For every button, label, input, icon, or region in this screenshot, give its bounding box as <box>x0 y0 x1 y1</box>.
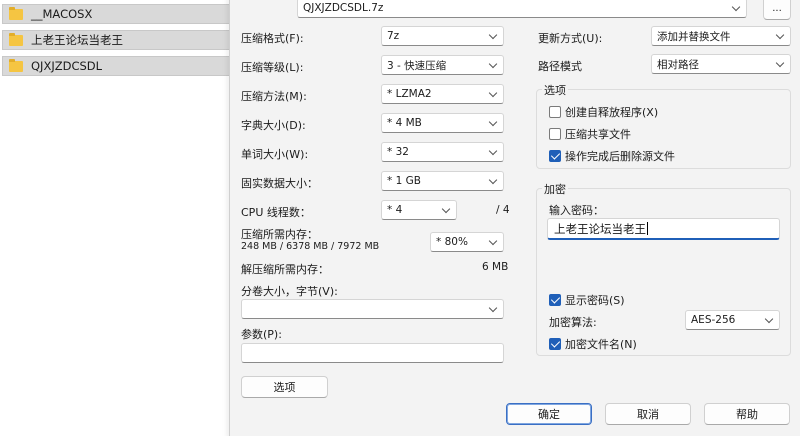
ok-button[interactable]: 确定 <box>506 403 592 425</box>
threads-select[interactable]: * 4 <box>381 200 457 220</box>
file-row-laowang[interactable]: 上老王论坛当老王 <box>2 30 232 50</box>
method-label: 压缩方法(M): <box>241 90 307 103</box>
folder-icon <box>9 32 23 46</box>
cancel-button[interactable]: 取消 <box>605 403 691 425</box>
chevron-down-icon <box>488 175 498 185</box>
archive-path-combo[interactable]: QJXJZDCSDL.7z <box>297 0 747 18</box>
file-name: QJXJZDCSDL <box>31 59 103 73</box>
file-row-macosx[interactable]: __MACOSX <box>2 4 232 24</box>
checkbox-checked-icon <box>549 338 561 350</box>
checkbox-unchecked-icon <box>549 128 561 140</box>
threads-label: CPU 线程数： <box>241 206 311 219</box>
chevron-down-icon <box>488 88 498 98</box>
sfx-checkbox[interactable]: 创建自释放程序(X) <box>549 104 658 120</box>
checkbox-checked-icon <box>549 294 561 306</box>
delete-after-checkbox[interactable]: 操作完成后删除源文件 <box>549 148 675 164</box>
checkbox-unchecked-icon <box>549 106 561 118</box>
level-select[interactable]: 3 - 快速压缩 <box>381 55 504 75</box>
format-select[interactable]: 7z <box>381 26 504 46</box>
text-caret <box>647 222 648 235</box>
mem-compress-select[interactable]: * 80% <box>430 232 504 252</box>
update-label: 更新方式(U): <box>538 32 603 45</box>
archive-path-value: QJXJZDCSDL.7z <box>303 2 384 14</box>
word-label: 单词大小(W): <box>241 148 309 161</box>
path-label: 路径模式 <box>538 60 582 73</box>
chevron-down-icon <box>731 2 741 12</box>
format-label: 压缩格式(F): <box>241 32 304 45</box>
chevron-down-icon <box>775 30 785 40</box>
chevron-down-icon <box>775 58 785 68</box>
chevron-down-icon <box>488 236 498 246</box>
level-label: 压缩等级(L): <box>241 61 304 74</box>
chevron-down-icon <box>488 30 498 40</box>
add-to-archive-dialog: QJXJZDCSDL.7z ... 压缩格式(F): 7z 压缩等级(L): 3… <box>229 0 800 436</box>
threads-max: / 4 <box>496 204 510 216</box>
file-list: __MACOSX 上老王论坛当老王 QJXJZDCSDL <box>0 0 232 436</box>
chevron-down-icon <box>488 59 498 69</box>
word-select[interactable]: * 32 <box>381 142 504 162</box>
solid-label: 固实数据大小： <box>241 177 318 190</box>
split-label: 分卷大小，字节(V): <box>241 285 338 298</box>
chevron-down-icon <box>488 117 498 127</box>
params-label: 参数(P): <box>241 328 282 341</box>
show-password-checkbox[interactable]: 显示密码(S) <box>549 292 625 308</box>
options-group-title: 选项 <box>542 82 568 98</box>
file-row-qjxjzdcsdl[interactable]: QJXJZDCSDL <box>2 56 232 76</box>
folder-icon <box>9 6 23 20</box>
checkbox-checked-icon <box>549 150 561 162</box>
file-name: 上老王论坛当老王 <box>31 33 123 47</box>
chevron-down-icon <box>764 314 774 324</box>
chevron-down-icon <box>488 146 498 156</box>
dict-label: 字典大小(D): <box>241 119 306 132</box>
folder-icon <box>9 58 23 72</box>
params-input[interactable] <box>241 343 504 363</box>
dict-select[interactable]: * 4 MB <box>381 113 504 133</box>
mem-compress-detail: 248 MB / 6378 MB / 7972 MB <box>241 241 380 252</box>
mem-decompress-label: 解压缩所需内存： <box>241 263 329 276</box>
path-select[interactable]: 相对路径 <box>651 54 791 74</box>
algo-select[interactable]: AES-256 <box>685 310 780 330</box>
help-button[interactable]: 帮助 <box>704 403 790 425</box>
password-label: 输入密码： <box>549 204 604 217</box>
file-name: __MACOSX <box>31 7 93 21</box>
method-select[interactable]: * LZMA2 <box>381 84 504 104</box>
encryption-group-title: 加密 <box>542 181 568 197</box>
split-select[interactable] <box>241 299 504 319</box>
algo-label: 加密算法: <box>549 316 597 329</box>
solid-select[interactable]: * 1 GB <box>381 171 504 191</box>
update-select[interactable]: 添加并替换文件 <box>651 26 791 46</box>
password-input[interactable]: 上老王论坛当老王 <box>547 218 780 240</box>
mem-decompress-value: 6 MB <box>482 261 509 273</box>
shared-files-checkbox[interactable]: 压缩共享文件 <box>549 126 631 142</box>
encrypt-names-checkbox[interactable]: 加密文件名(N) <box>549 336 637 352</box>
options-button[interactable]: 选项 <box>241 376 328 398</box>
mem-compress-label: 压缩所需内存： <box>241 228 318 241</box>
browse-button[interactable]: ... <box>763 0 791 20</box>
chevron-down-icon <box>488 303 498 313</box>
chevron-down-icon <box>441 204 451 214</box>
